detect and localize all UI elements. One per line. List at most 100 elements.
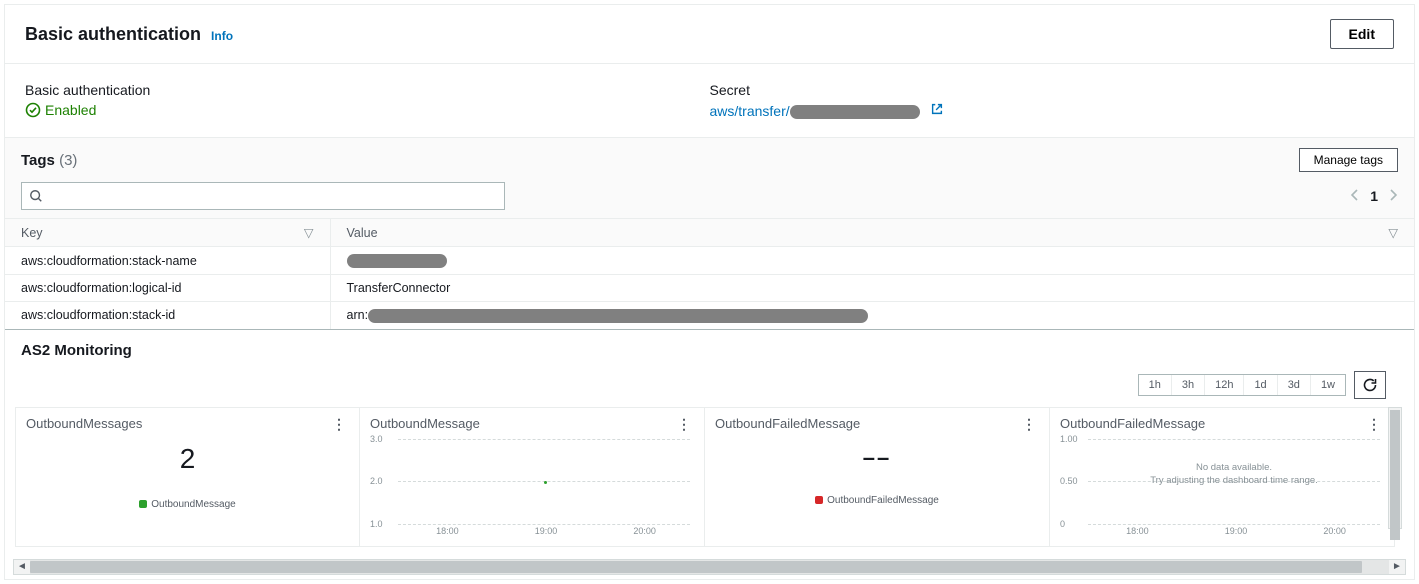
manage-tags-button[interactable]: Manage tags bbox=[1299, 148, 1398, 172]
secret-link-prefix: aws/transfer/ bbox=[710, 103, 790, 119]
chart-card: OutboundFailedMessage⋮1.000.500No data a… bbox=[1050, 407, 1395, 547]
col-value[interactable]: Value ▽ bbox=[330, 219, 1414, 247]
redacted-value bbox=[790, 105, 920, 119]
auth-panel-header: Basic authentication Info Edit bbox=[5, 5, 1414, 64]
legend-label: OutboundMessage bbox=[151, 499, 236, 510]
y-tick-label: 0 bbox=[1060, 519, 1065, 529]
auth-field-label: Basic authentication bbox=[25, 82, 710, 98]
vertical-scrollbar[interactable] bbox=[1388, 407, 1402, 529]
chart-title: OutboundFailedMessage bbox=[1060, 416, 1205, 431]
tags-section: Tags (3) Manage tags 1 bbox=[5, 137, 1414, 328]
legend-dot-icon bbox=[815, 496, 823, 504]
tag-value-cell: TransferConnector bbox=[330, 275, 1414, 302]
refresh-icon bbox=[1362, 377, 1378, 393]
edit-button[interactable]: Edit bbox=[1330, 19, 1394, 49]
table-row: aws:cloudformation:stack-idarn: bbox=[5, 302, 1414, 329]
tags-search bbox=[21, 182, 505, 210]
scroll-left-arrow[interactable]: ◄ bbox=[14, 561, 30, 572]
x-tick-label: 20:00 bbox=[1323, 526, 1346, 536]
data-point bbox=[544, 481, 547, 484]
mini-chart: 1.000.500No data available.Try adjusting… bbox=[1088, 439, 1380, 524]
legend-dot-icon bbox=[139, 500, 147, 508]
chart-menu-icon[interactable]: ⋮ bbox=[328, 416, 349, 433]
chart-title: OutboundMessages bbox=[26, 416, 142, 431]
col-key[interactable]: Key ▽ bbox=[5, 219, 330, 247]
check-circle-icon bbox=[25, 102, 41, 118]
x-tick-label: 19:00 bbox=[1225, 526, 1248, 536]
time-range-3d[interactable]: 3d bbox=[1278, 375, 1311, 395]
time-range-12h[interactable]: 12h bbox=[1205, 375, 1244, 395]
monitoring-title: AS2 Monitoring bbox=[5, 330, 1414, 371]
search-icon bbox=[29, 189, 43, 203]
chart-menu-icon[interactable]: ⋮ bbox=[1363, 416, 1384, 433]
scroll-right-arrow[interactable]: ► bbox=[1389, 561, 1405, 572]
tags-search-input[interactable] bbox=[21, 182, 505, 210]
col-key-label: Key bbox=[21, 226, 43, 240]
table-row: aws:cloudformation:logical-idTransferCon… bbox=[5, 275, 1414, 302]
chart-value: 2 bbox=[26, 443, 349, 475]
x-tick-label: 18:00 bbox=[1126, 526, 1149, 536]
redacted-value bbox=[368, 309, 868, 323]
y-tick-label: 0.50 bbox=[1060, 476, 1078, 486]
y-tick-label: 2.0 bbox=[370, 476, 383, 486]
horizontal-scrollbar[interactable]: ◄ ► bbox=[13, 559, 1406, 575]
tags-title: Tags (3) bbox=[21, 152, 77, 169]
redacted-value bbox=[347, 254, 447, 268]
chart-value: –– bbox=[715, 445, 1039, 471]
pager-next[interactable] bbox=[1388, 188, 1398, 204]
chart-title: OutboundMessage bbox=[370, 416, 480, 431]
refresh-button[interactable] bbox=[1354, 371, 1386, 399]
tag-key-cell: aws:cloudformation:stack-id bbox=[5, 302, 330, 329]
secret-field-label: Secret bbox=[710, 82, 1395, 98]
external-link-icon bbox=[930, 102, 944, 116]
pager-prev[interactable] bbox=[1350, 188, 1360, 204]
chart-legend: OutboundMessage bbox=[26, 499, 349, 510]
charts-row: OutboundMessages⋮2OutboundMessageOutboun… bbox=[15, 407, 1404, 547]
chart-card: OutboundMessage⋮3.02.01.018:0019:0020:00 bbox=[360, 407, 705, 547]
col-value-label: Value bbox=[347, 226, 378, 240]
chart-menu-icon[interactable]: ⋮ bbox=[1018, 416, 1039, 433]
table-row: aws:cloudformation:stack-name bbox=[5, 247, 1414, 275]
auth-panel-body: Basic authentication Enabled Secret aws/… bbox=[5, 64, 1414, 137]
tag-value-cell bbox=[330, 247, 1414, 275]
mini-chart: 3.02.01.0 bbox=[398, 439, 690, 524]
chevron-right-icon bbox=[1388, 189, 1398, 201]
tag-value-cell: arn: bbox=[330, 302, 1414, 329]
y-tick-label: 3.0 bbox=[370, 434, 383, 444]
x-tick-label: 18:00 bbox=[436, 526, 459, 536]
tags-count: (3) bbox=[59, 152, 77, 169]
tags-title-text: Tags bbox=[21, 152, 55, 169]
legend-label: OutboundFailedMessage bbox=[827, 495, 939, 506]
time-range-1h[interactable]: 1h bbox=[1139, 375, 1172, 395]
y-tick-label: 1.00 bbox=[1060, 434, 1078, 444]
auth-status: Enabled bbox=[25, 102, 710, 118]
x-axis-labels: 18:00 19:00 20:00 bbox=[398, 526, 694, 536]
chart-title: OutboundFailedMessage bbox=[715, 416, 860, 431]
pager-current: 1 bbox=[1370, 188, 1378, 204]
tag-key-cell: aws:cloudformation:logical-id bbox=[5, 275, 330, 302]
no-data-message: No data available.Try adjusting the dash… bbox=[1088, 461, 1380, 488]
tags-pager: 1 bbox=[1350, 188, 1398, 204]
x-tick-label: 19:00 bbox=[535, 526, 558, 536]
chart-card: OutboundMessages ⋮ 2 OutboundMessage bbox=[15, 407, 360, 547]
chart-menu-icon[interactable]: ⋮ bbox=[673, 416, 694, 433]
info-link[interactable]: Info bbox=[211, 29, 233, 43]
secret-link[interactable]: aws/transfer/ bbox=[710, 103, 944, 119]
time-range-3h[interactable]: 3h bbox=[1172, 375, 1205, 395]
chart-legend: OutboundFailedMessage bbox=[715, 495, 1039, 506]
chart-card: OutboundFailedMessage ⋮ –– OutboundFailedMe… bbox=[705, 407, 1050, 547]
time-range-1w[interactable]: 1w bbox=[1311, 375, 1345, 395]
x-tick-label: 20:00 bbox=[633, 526, 656, 536]
x-axis-labels: 18:00 19:00 20:00 bbox=[1088, 526, 1384, 536]
auth-status-text: Enabled bbox=[45, 102, 96, 118]
y-tick-label: 1.0 bbox=[370, 519, 383, 529]
monitoring-section: AS2 Monitoring 1h3h12h1d3d1w OutboundMes… bbox=[5, 329, 1414, 575]
tag-key-cell: aws:cloudformation:stack-name bbox=[5, 247, 330, 275]
sort-icon: ▽ bbox=[304, 225, 314, 240]
time-range-group: 1h3h12h1d3d1w bbox=[1138, 374, 1346, 396]
auth-panel-title: Basic authentication bbox=[25, 24, 201, 45]
sort-icon: ▽ bbox=[1388, 225, 1398, 240]
tags-table: Key ▽ Value ▽ aws:cloudformation:stack-n… bbox=[5, 218, 1414, 328]
time-range-1d[interactable]: 1d bbox=[1244, 375, 1277, 395]
chevron-left-icon bbox=[1350, 189, 1360, 201]
